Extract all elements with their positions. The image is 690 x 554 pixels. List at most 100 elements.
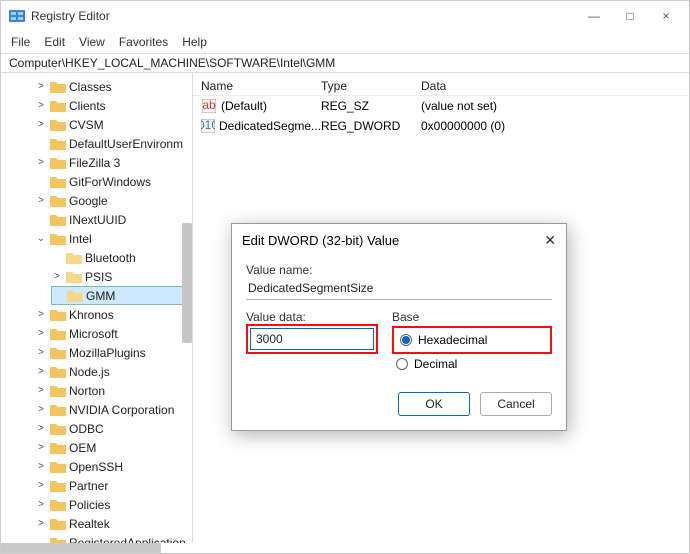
column-name[interactable]: Name bbox=[201, 79, 321, 93]
tree-item[interactable]: Bluetooth bbox=[51, 248, 192, 267]
radio-decimal[interactable]: Decimal bbox=[392, 354, 552, 374]
chevron-icon[interactable]: > bbox=[35, 157, 47, 168]
tree-label: Google bbox=[69, 194, 112, 208]
value-type: REG_SZ bbox=[321, 99, 421, 113]
close-button[interactable]: × bbox=[657, 9, 675, 23]
chevron-icon[interactable]: > bbox=[35, 404, 47, 415]
folder-icon bbox=[50, 536, 66, 544]
folder-icon bbox=[50, 479, 66, 493]
tree-label: Clients bbox=[69, 99, 110, 113]
folder-icon bbox=[50, 308, 66, 322]
folder-icon bbox=[50, 422, 66, 436]
tree-item[interactable]: INextUUID bbox=[35, 210, 192, 229]
tree-label: Microsoft bbox=[69, 327, 122, 341]
column-type[interactable]: Type bbox=[321, 79, 421, 93]
app-icon bbox=[9, 8, 25, 24]
folder-icon bbox=[50, 365, 66, 379]
tree-item[interactable]: GMM bbox=[51, 286, 192, 305]
titlebar: Registry Editor — □ × bbox=[1, 1, 689, 31]
tree-item-intel[interactable]: ⌄ Intel bbox=[35, 229, 192, 248]
chevron-icon[interactable]: > bbox=[35, 461, 47, 472]
tree-item[interactable]: >Partner bbox=[35, 476, 192, 495]
tree-item[interactable]: >PSIS bbox=[51, 267, 192, 286]
tree-item[interactable]: > Google bbox=[35, 191, 192, 210]
tree-label: Policies bbox=[69, 498, 114, 512]
chevron-icon[interactable]: > bbox=[35, 100, 47, 111]
menu-edit[interactable]: Edit bbox=[44, 35, 65, 49]
folder-icon bbox=[50, 441, 66, 455]
svg-text:ab: ab bbox=[202, 99, 216, 112]
tree-label: ODBC bbox=[69, 422, 108, 436]
chevron-icon[interactable]: > bbox=[35, 480, 47, 491]
value-name-label: Value name: bbox=[246, 263, 552, 277]
tree-item[interactable]: RegisteredApplication bbox=[35, 533, 192, 543]
value-name: (Default) bbox=[221, 99, 267, 113]
menu-file[interactable]: File bbox=[11, 35, 30, 49]
tree-item[interactable]: >OEM bbox=[35, 438, 192, 457]
chevron-icon[interactable]: > bbox=[35, 347, 47, 358]
column-data[interactable]: Data bbox=[421, 79, 681, 93]
value-type-icon: ab bbox=[201, 98, 217, 114]
tree-label: GitForWindows bbox=[69, 175, 155, 189]
chevron-icon[interactable]: > bbox=[35, 195, 47, 206]
tree-label: FileZilla 3 bbox=[69, 156, 124, 170]
registry-value-row[interactable]: ab(Default)REG_SZ(value not set) bbox=[193, 96, 689, 116]
tree-item[interactable]: > ODBC bbox=[35, 419, 192, 438]
maximize-button[interactable]: □ bbox=[621, 9, 639, 23]
svg-text:010: 010 bbox=[201, 119, 215, 132]
tree-label: Realtek bbox=[69, 517, 114, 531]
folder-icon bbox=[50, 213, 66, 227]
tree-label: Intel bbox=[69, 232, 96, 246]
folder-icon bbox=[50, 232, 66, 246]
chevron-icon[interactable]: > bbox=[35, 423, 47, 434]
dialog-close-button[interactable]: ✕ bbox=[544, 232, 556, 249]
tree-item[interactable]: > Policies bbox=[35, 495, 192, 514]
tree-item[interactable]: >Norton bbox=[35, 381, 192, 400]
chevron-icon[interactable]: > bbox=[35, 366, 47, 377]
ok-button[interactable]: OK bbox=[398, 392, 470, 416]
chevron-icon[interactable]: > bbox=[35, 119, 47, 130]
tree-label: OpenSSH bbox=[69, 460, 127, 474]
chevron-down-icon[interactable]: ⌄ bbox=[35, 233, 47, 244]
tree-item[interactable]: > Microsoft bbox=[35, 324, 192, 343]
tree-item[interactable]: >NVIDIA Corporation bbox=[35, 400, 192, 419]
tree-item[interactable]: > FileZilla 3 bbox=[35, 153, 192, 172]
value-type-icon: 010 bbox=[201, 118, 215, 134]
edit-dword-dialog: Edit DWORD (32-bit) Value ✕ Value name: … bbox=[231, 223, 567, 431]
menu-view[interactable]: View bbox=[79, 35, 105, 49]
chevron-icon[interactable]: > bbox=[35, 81, 47, 92]
tree-item[interactable]: DefaultUserEnvironm bbox=[35, 134, 192, 153]
chevron-icon[interactable]: > bbox=[35, 309, 47, 320]
chevron-icon[interactable]: > bbox=[35, 518, 47, 529]
value-data-input[interactable] bbox=[250, 328, 374, 350]
tree-item[interactable]: > Realtek bbox=[35, 514, 192, 533]
folder-icon bbox=[50, 194, 66, 208]
chevron-icon[interactable]: > bbox=[35, 442, 47, 453]
tree-item[interactable]: > OpenSSH bbox=[35, 457, 192, 476]
address-bar[interactable]: Computer\HKEY_LOCAL_MACHINE\SOFTWARE\Int… bbox=[1, 53, 689, 73]
chevron-icon[interactable]: > bbox=[51, 271, 63, 282]
tree-label: DefaultUserEnvironm bbox=[69, 137, 187, 151]
value-name-field[interactable]: DedicatedSegmentSize bbox=[246, 277, 552, 300]
vertical-scrollbar[interactable] bbox=[182, 223, 192, 343]
tree-item[interactable]: >MozillaPlugins bbox=[35, 343, 192, 362]
cancel-button[interactable]: Cancel bbox=[480, 392, 552, 416]
chevron-icon[interactable]: > bbox=[35, 328, 47, 339]
menu-help[interactable]: Help bbox=[182, 35, 207, 49]
tree-item[interactable]: >CVSM bbox=[35, 115, 192, 134]
chevron-icon[interactable]: > bbox=[35, 385, 47, 396]
tree-item[interactable]: >Classes bbox=[35, 77, 192, 96]
radio-hexadecimal[interactable]: Hexadecimal bbox=[396, 330, 548, 350]
dialog-title: Edit DWORD (32-bit) Value bbox=[242, 233, 544, 248]
radio-label: Hexadecimal bbox=[418, 333, 487, 347]
horizontal-scrollbar[interactable] bbox=[1, 543, 161, 553]
tree-item[interactable]: >Node.js bbox=[35, 362, 192, 381]
registry-value-row[interactable]: 010DedicatedSegme...REG_DWORD0x00000000 … bbox=[193, 116, 689, 136]
tree-item[interactable]: > Clients bbox=[35, 96, 192, 115]
menu-favorites[interactable]: Favorites bbox=[119, 35, 168, 49]
chevron-icon[interactable]: > bbox=[35, 499, 47, 510]
folder-icon bbox=[50, 156, 66, 170]
tree-item[interactable]: GitForWindows bbox=[35, 172, 192, 191]
minimize-button[interactable]: — bbox=[585, 9, 603, 23]
tree-item[interactable]: >Khronos bbox=[35, 305, 192, 324]
